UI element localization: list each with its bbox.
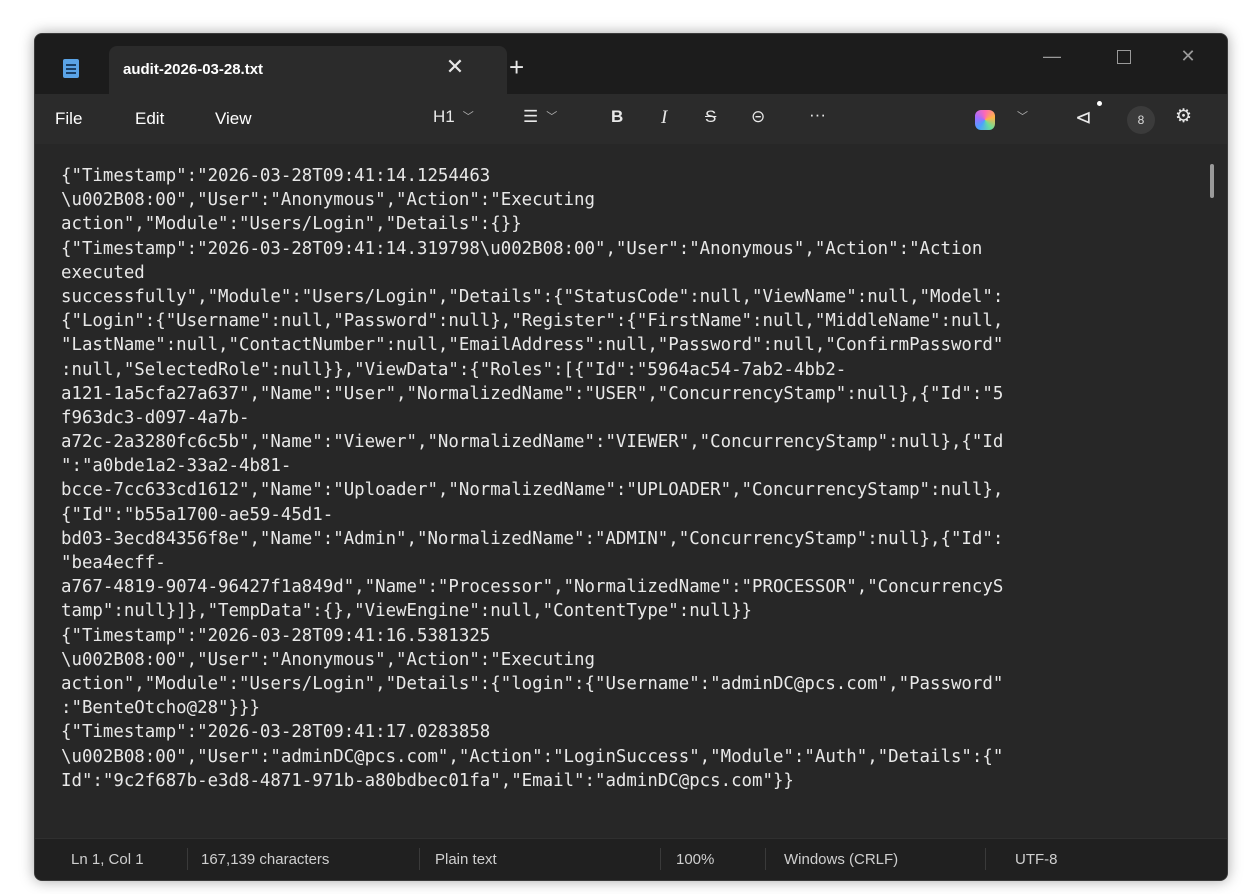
bold-button[interactable]: B <box>611 107 623 127</box>
text-line: successfully","Module":"Users/Login","De… <box>61 286 1004 307</box>
notification-dot <box>1097 101 1102 106</box>
zoom-level[interactable]: 100% <box>676 851 714 868</box>
more-options-button[interactable]: ··· <box>809 105 826 125</box>
text-line: {"Login":{"Username":null,"Password":nul… <box>61 311 1004 332</box>
italic-button[interactable]: I <box>661 107 667 129</box>
heading-label: H1 <box>433 107 455 126</box>
file-format: Plain text <box>435 851 497 868</box>
text-line: ":"a0bde1a2-33a2-4b81- <box>61 456 292 477</box>
text-line: {"Timestamp":"2026-03-28T09:41:17.028385… <box>61 722 491 743</box>
copilot-chevron[interactable]: ﹀ <box>1009 107 1028 127</box>
link-icon[interactable]: ⊝ <box>751 107 765 127</box>
notepad-icon <box>63 59 79 78</box>
menu-bar: File Edit View H1 ﹀ ☰ ﹀ B I S ⊝ ··· ﹀ ⊲ 8 … <box>35 94 1227 144</box>
strikethrough-button[interactable]: S <box>705 107 716 127</box>
text-line: \u002B08:00","User":"Anonymous","Action"… <box>61 190 595 211</box>
text-line: executed <box>61 262 145 283</box>
text-line: f963dc3-d097-4a7b- <box>61 407 250 428</box>
text-line: action","Module":"Users/Login","Details"… <box>61 214 522 235</box>
notepad-window: audit-2026-03-28.txt ✕ + — ✕ File Edit V… <box>34 33 1228 881</box>
text-line: action","Module":"Users/Login","Details"… <box>61 673 1004 694</box>
chevron-down-icon: ﹀ <box>546 111 558 123</box>
text-line: tamp":null}]},"TempData":{},"ViewEngine"… <box>61 601 753 622</box>
copilot-icon[interactable] <box>975 110 995 130</box>
tab-audit-file[interactable]: audit-2026-03-28.txt ✕ <box>109 46 507 94</box>
text-line: Id":"9c2f687b-e3d8-4871-971b-a80bdbec01f… <box>61 770 794 791</box>
chevron-down-icon: ﹀ <box>1017 111 1028 123</box>
text-line: :"BenteOtcho@28"}}} <box>61 698 260 719</box>
tab-title: audit-2026-03-28.txt <box>123 61 264 78</box>
text-line: \u002B08:00","User":"Anonymous","Action"… <box>61 649 595 670</box>
gear-icon[interactable]: ⚙ <box>1175 105 1192 128</box>
editor-content[interactable]: {"Timestamp":"2026-03-28T09:41:14.125446… <box>35 144 1227 838</box>
chevron-down-icon: ﹀ <box>462 111 474 123</box>
tab-close-icon[interactable]: ✕ <box>442 54 468 80</box>
text-line: a121-1a5cfa27a637","Name":"User","Normal… <box>61 383 1004 404</box>
text-line: :null,"SelectedRole":null}},"ViewData":{… <box>61 359 847 380</box>
text-line: {"Timestamp":"2026-03-28T09:41:14.125446… <box>61 166 491 186</box>
text-line: bcce-7cc633cd1612","Name":"Uploader","No… <box>61 480 1004 501</box>
megaphone-icon[interactable]: ⊲ <box>1075 105 1092 130</box>
close-window-icon[interactable]: ✕ <box>1165 40 1211 72</box>
minimize-icon[interactable]: — <box>1029 40 1075 72</box>
text-line: a72c-2a3280fc6c5b","Name":"Viewer","Norm… <box>61 432 1004 453</box>
text-line: a767-4819-9074-96427f1a849d","Name":"Pro… <box>61 577 1004 598</box>
text-line: "bea4ecff- <box>61 553 166 573</box>
heading-dropdown[interactable]: H1 ﹀ <box>433 107 474 127</box>
maximize-icon[interactable] <box>1101 40 1147 72</box>
avatar[interactable]: 8 <box>1127 106 1155 134</box>
character-count: 167,139 characters <box>201 851 330 868</box>
menu-view[interactable]: View <box>215 109 252 129</box>
menu-edit[interactable]: Edit <box>135 109 164 129</box>
cursor-position: Ln 1, Col 1 <box>71 851 144 868</box>
text-line: \u002B08:00","User":"adminDC@pcs.com","A… <box>61 746 1004 767</box>
text-line: {"Id":"b55a1700-ae59-45d1- <box>61 504 334 525</box>
encoding: UTF-8 <box>1015 851 1058 868</box>
line-endings: Windows (CRLF) <box>784 851 899 868</box>
list-dropdown[interactable]: ☰ ﹀ <box>523 107 557 127</box>
status-bar: Ln 1, Col 1 167,139 characters Plain tex… <box>35 838 1227 880</box>
text-line: "LastName":null,"ContactNumber":null,"Em… <box>61 335 1004 356</box>
document-text[interactable]: {"Timestamp":"2026-03-28T09:41:14.125446… <box>61 164 1003 793</box>
text-line: bd03-3ecd84356f8e","Name":"Admin","Norma… <box>61 528 1004 549</box>
text-line: {"Timestamp":"2026-03-28T09:41:16.538132… <box>61 625 491 646</box>
title-bar: audit-2026-03-28.txt ✕ + — ✕ <box>35 34 1227 94</box>
text-line: {"Timestamp":"2026-03-28T09:41:14.319798… <box>61 238 983 259</box>
new-tab-icon[interactable]: + <box>509 54 524 80</box>
vertical-scrollbar[interactable] <box>1210 164 1214 198</box>
menu-file[interactable]: File <box>55 109 82 129</box>
list-icon: ☰ <box>523 107 539 126</box>
